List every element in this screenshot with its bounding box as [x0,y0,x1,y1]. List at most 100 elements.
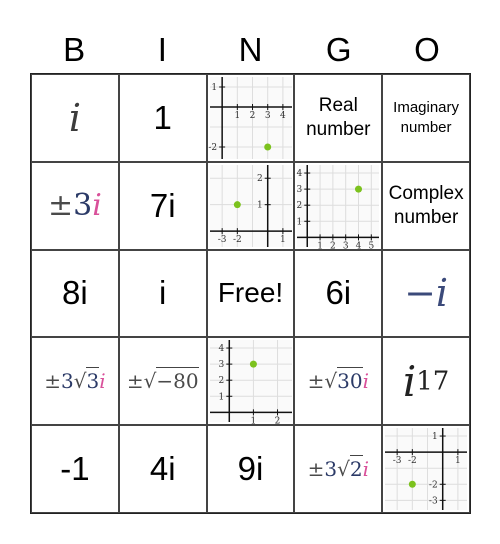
cell-text: 1 [153,98,172,136]
y-tick-label: 1 [432,432,438,442]
x-tick-label: 4 [280,111,286,121]
x-tick-label: 5 [369,241,375,249]
cell-r3c3[interactable]: ±√30i [294,337,383,426]
math-expression: ±3√2i [307,455,369,482]
coordinate-graph: 1 2 4 3 2 1 [209,340,292,425]
cell-r0c4[interactable]: Imaginary number [382,74,470,162]
x-tick-label: 1 [234,111,240,121]
cell-r3c0[interactable]: ±3√3i [31,337,119,426]
imaginary-unit: i [99,369,106,394]
header-letter-i: I [157,31,167,68]
imaginary-unit: i [92,188,102,224]
cell-r4c1[interactable]: 4i [118,425,207,513]
cell-r2c4[interactable]: −i [382,249,470,338]
coefficient: 3 [60,369,74,394]
y-tick-label: 2 [257,174,263,184]
cell-r3c1[interactable]: ±√−80 [118,337,207,426]
cell-r3c4[interactable]: i17 [382,337,470,426]
cell-text: 7i [149,186,176,224]
cell-text: -1 [60,450,90,488]
cell-r0c2[interactable]: 1 2 3 4 1 -2 [206,74,295,162]
math-expression: ±3i [48,188,102,223]
x-tick-label: 1 [250,417,256,425]
x-tick-label: -2 [408,456,417,466]
coordinate-graph: 1 2 3 4 54321 [297,164,380,249]
y-tick-label: -3 [429,496,438,506]
plotted-point [355,185,363,193]
math-expression: ±3√3i [44,367,106,394]
plus-minus: ± [126,369,144,394]
y-tick-label: -2 [429,480,438,490]
x-tick-label: -2 [233,235,242,245]
plus-minus: ± [307,457,325,482]
radicand: 2 [349,455,363,482]
header-letter-o: O [414,31,440,68]
cell-r1c3[interactable]: 123454321 [294,161,383,250]
cell-text: 6i [325,274,352,312]
y-tick-label: 3 [297,185,303,195]
math-negative-i: −i [404,271,449,316]
coordinate-graph: -3 -2 1 1 -2 -3 [385,428,468,511]
y-tick-label: 1 [218,393,224,403]
free-text: Free! [217,277,284,309]
radicand: −80 [156,367,199,394]
plotted-point [249,360,257,368]
y-tick-label: 2 [218,376,224,386]
imaginary-unit: i [362,369,369,394]
y-tick-label: 3 [218,360,224,370]
header-letter-n: N [238,31,263,68]
radicand: 30 [337,367,363,394]
x-tick-label: 3 [264,111,270,121]
cell-text-line1: Imaginary [393,98,460,116]
exponent: 17 [416,366,450,397]
cell-r1c4[interactable]: Complex number [382,161,470,250]
coefficient: 3 [324,457,338,482]
x-tick-label: 4 [356,241,362,249]
coordinate-graph: 1 2 3 41-2 [208,76,292,159]
y-tick-label: 1 [297,217,303,227]
plus-minus: ± [307,369,325,394]
y-tick-label: 4 [218,344,224,354]
x-tick-label: 2 [274,417,280,425]
x-tick-label: -3 [393,456,402,466]
cell-text-line2: number [393,206,459,228]
cell-r1c1[interactable]: 7i [118,161,207,250]
plotted-point [263,143,271,151]
coefficient: 3 [73,188,93,224]
coordinate-graph: -3 -2 1 2 1 [209,164,292,247]
math-expression: ±√30i [307,367,369,394]
math-power: i17 [403,357,450,406]
cell-r2c3[interactable]: 6i [294,249,383,338]
y-tick-label: 4 [297,169,303,179]
plotted-point [409,480,417,488]
cell-r4c3[interactable]: ±3√2i [294,425,383,513]
free-space[interactable]: Free! [206,249,295,338]
x-tick-label: 1 [455,456,461,466]
cell-r2c1[interactable]: i [118,249,207,338]
cell-text-line2: number [400,118,452,136]
cell-r4c2[interactable]: 9i [206,425,295,513]
cell-r0c1[interactable]: 1 [118,74,207,162]
cell-r4c0[interactable]: -1 [31,425,119,513]
x-tick-label: 1 [280,235,286,245]
imaginary-unit: i [362,457,369,482]
plotted-point [233,200,241,208]
plus-minus: ± [47,188,74,224]
cell-r2c0[interactable]: 8i [31,249,119,338]
y-tick-label: 1 [257,200,263,210]
cell-text-line1: Real [318,94,358,116]
cell-r3c2[interactable]: 1 2 4 3 2 1 [206,337,295,426]
y-tick-label: 2 [297,201,303,211]
header-letter-g: G [325,31,352,68]
radicand: 3 [86,367,100,394]
bingo-card: i 1 1 2 3 4 1 -2 Real number Imaginary number ±… [30,73,471,514]
cell-text: 4i [149,450,176,488]
cell-r0c0[interactable]: i [31,74,119,162]
header-letter-b: B [63,31,86,68]
cell-r0c3[interactable]: Real number [294,74,383,162]
cell-r4c4[interactable]: -3 -2 1 1 -2 -3 [382,425,470,513]
cell-r1c2[interactable]: -3 -2 1 2 1 [206,161,295,250]
cell-r1c0[interactable]: ±3i [31,161,119,250]
math-i: i [68,95,81,140]
x-tick-label: 1 [318,241,324,249]
